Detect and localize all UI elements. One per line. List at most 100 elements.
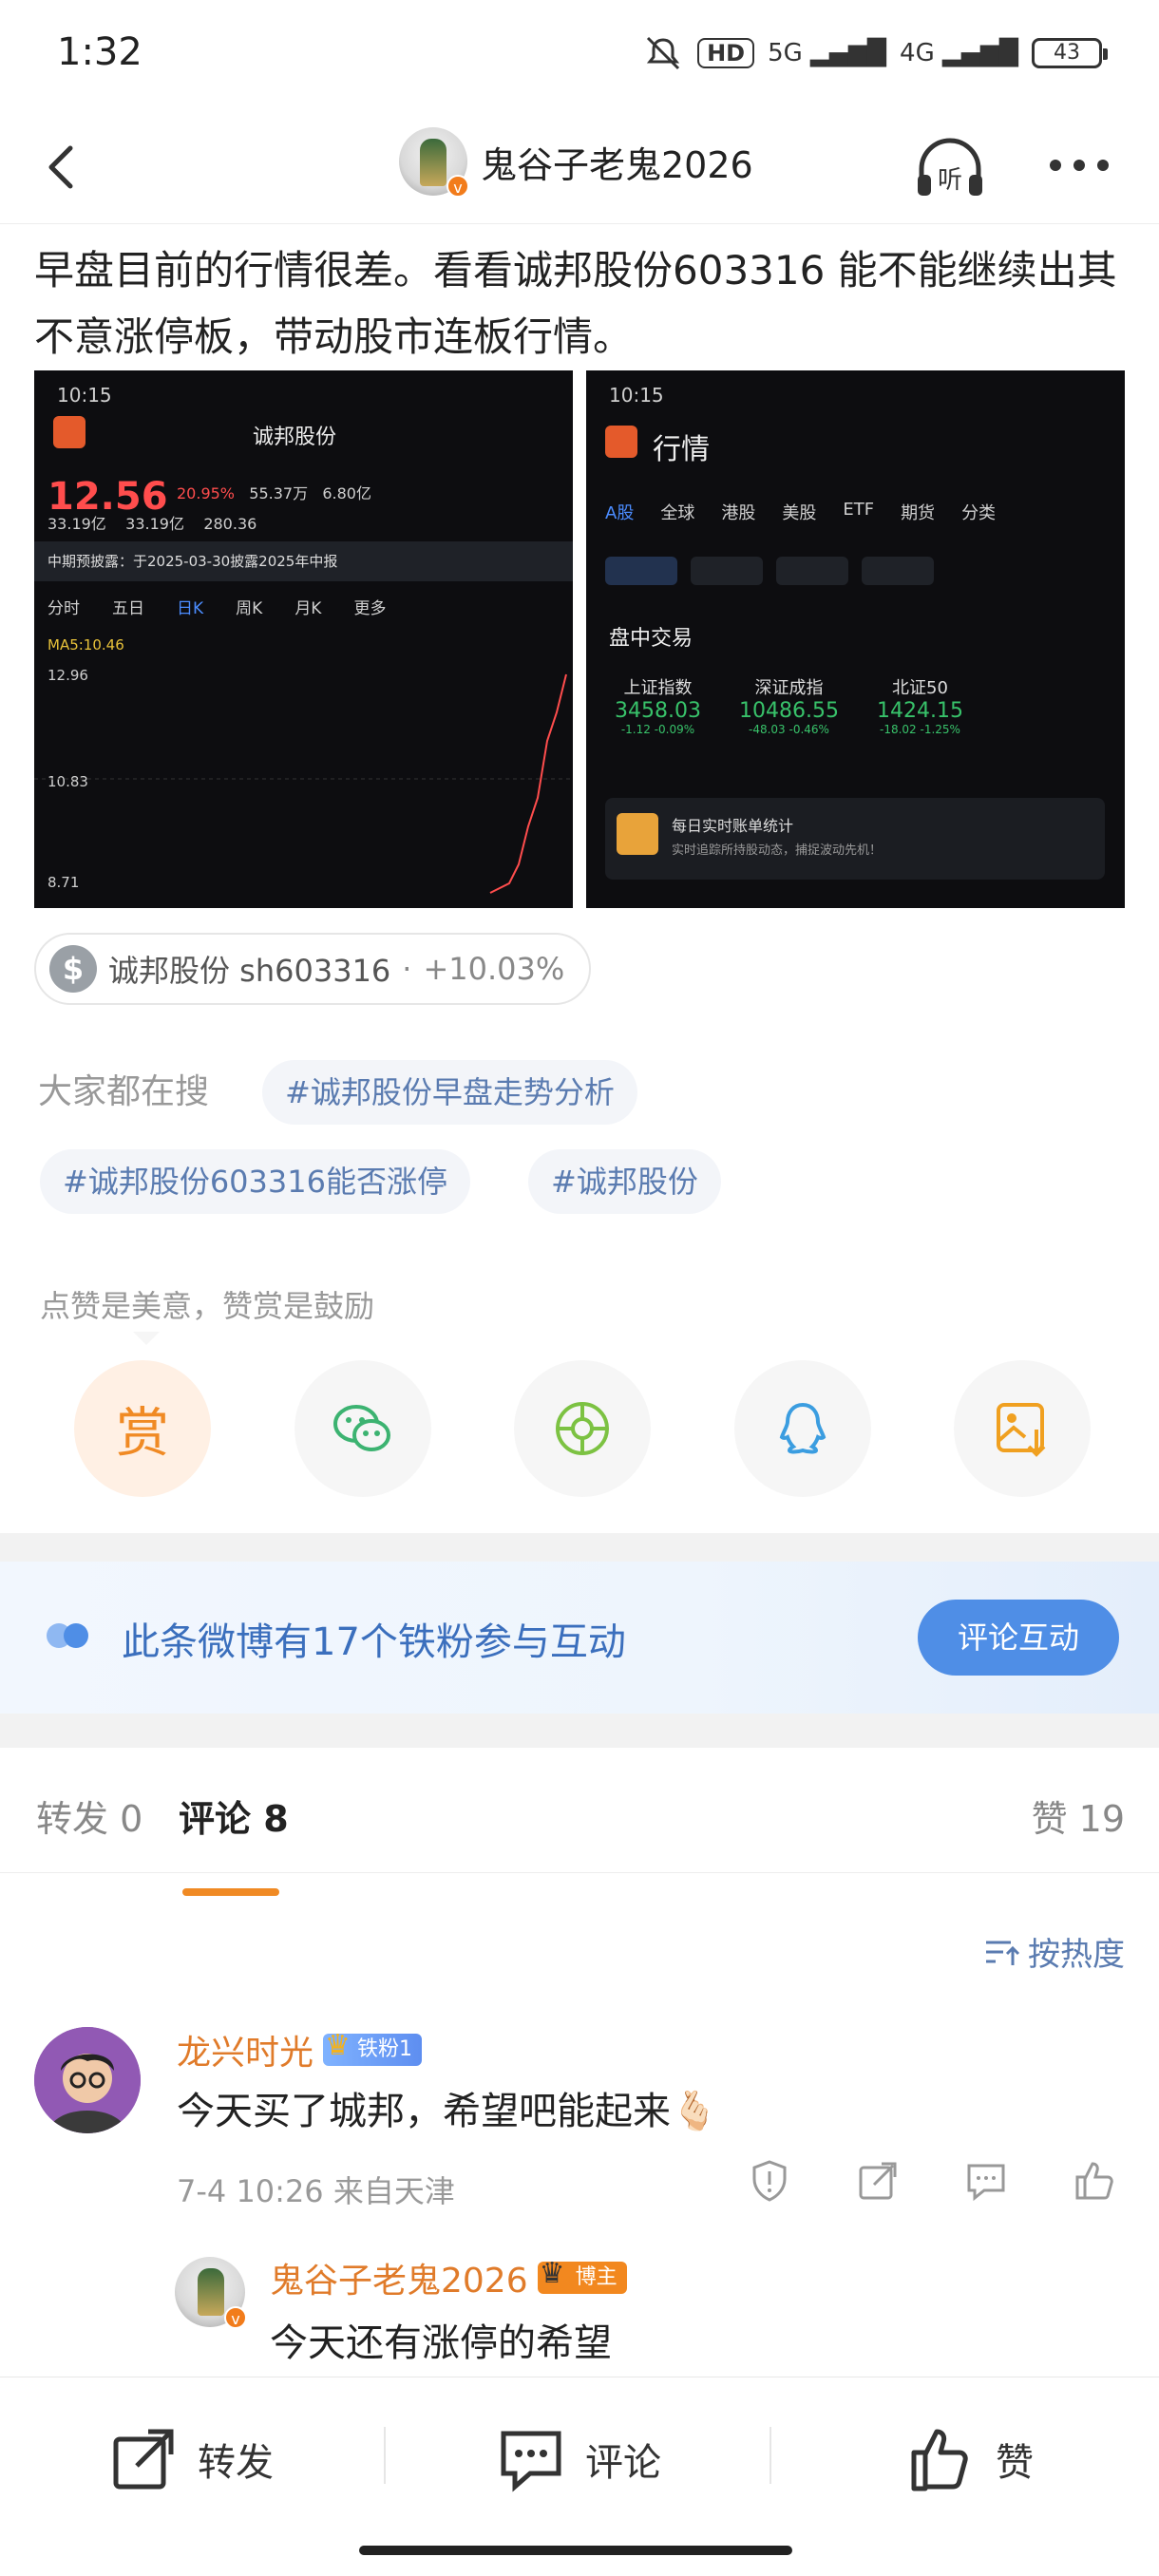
fans-icon [47, 1623, 88, 1648]
reply-icon[interactable] [963, 2158, 1009, 2204]
home-indicator [359, 2546, 792, 2555]
img2-tabs: A股 全球 港股 美股 ETF 期货 分类 [605, 500, 997, 523]
author-avatar[interactable]: v [399, 127, 469, 198]
signal-4g: 4G ▂▄▆█ [900, 39, 1018, 67]
reply-author-name[interactable]: 鬼谷子老鬼2026 [270, 2253, 528, 2302]
post-text: 早盘目前的行情很差。看看诚邦股份603316 能不能继续出其不意涨停板，带动股市… [34, 247, 1117, 360]
save-image-button[interactable] [954, 1360, 1091, 1497]
wechat-icon [332, 1405, 390, 1451]
post-image-market[interactable]: 10:15 行情 A股 全球 港股 美股 ETF 期货 分类 盘中交易 上证指数 3458.… [586, 370, 1125, 908]
fans-text: 此条微博有17个铁粉参与互动 [122, 1620, 626, 1664]
section-divider [0, 1533, 1159, 1562]
feedback-tabs: 转发 0 评论 8 赞 19 [0, 1748, 1159, 1873]
reply-name-row: 鬼谷子老鬼2026 ♛ 博主 [270, 2253, 627, 2302]
hot-search-tag[interactable]: #诚邦股份 [528, 1149, 721, 1214]
repost-label: 转发 [198, 2441, 274, 2485]
stock-dot: · [402, 951, 412, 987]
img-title: 诚邦股份 [253, 426, 337, 449]
share-qq-button[interactable] [733, 1360, 871, 1497]
author-name[interactable]: 鬼谷子老鬼2026 [481, 136, 753, 188]
repost-icon [113, 2429, 174, 2490]
img-price-chart [34, 673, 572, 894]
reply-text: 今天还有涨停的希望 [270, 2321, 612, 2365]
img-time: 10:15 [57, 384, 112, 407]
tab-like[interactable]: 赞 19 [1032, 1790, 1125, 1842]
qq-icon [779, 1402, 826, 1454]
reply-author-avatar[interactable]: v [175, 2257, 247, 2329]
commenter-name[interactable]: 龙兴时光 [177, 2025, 314, 2074]
svg-text:听: 听 [938, 166, 962, 195]
mute-icon [646, 36, 680, 70]
tab-active-indicator [182, 1888, 279, 1896]
top-nav: v 鬼谷子老鬼2026 听 [0, 112, 1159, 224]
like-label: 赞 [996, 2441, 1034, 2485]
hint-arrow [133, 1332, 160, 1345]
img2-title: 行情 [653, 433, 710, 466]
img-ma: MA5:10.46 [48, 636, 124, 653]
listen-button[interactable]: 听 [912, 133, 988, 201]
img-turnover: 20.95% [177, 484, 236, 502]
hot-search-tag[interactable]: #诚邦股份603316能否涨停 [40, 1149, 470, 1214]
fan-badge: ♛ 铁粉1 [323, 2030, 423, 2066]
stock-name: 诚邦股份 sh603316 [108, 953, 391, 989]
repost-icon[interactable] [855, 2158, 901, 2204]
comment-button[interactable]: 评论 [498, 2421, 661, 2497]
hot-search-tag[interactable]: #诚邦股份早盘走势分析 [262, 1060, 637, 1125]
share-row: 赏 [74, 1360, 1091, 1497]
comment-text: 今天买了城邦，希望吧能起来🫰🏻 [177, 2090, 718, 2133]
back-button[interactable] [34, 139, 91, 196]
avatar-illustration [34, 2027, 141, 2133]
reward-button[interactable]: 赏 [74, 1360, 211, 1497]
repost-button[interactable]: 转发 [110, 2421, 274, 2497]
img2-time: 10:15 [609, 384, 664, 407]
sort-by-hot-button[interactable]: 按热度 [982, 1928, 1125, 1975]
crown-icon: ♛ [325, 2029, 351, 2062]
comment-interact-button[interactable]: 评论互动 [918, 1600, 1119, 1676]
post-image-stock-detail[interactable]: 10:15 诚邦股份 12.56 20.95% 55.37万 6.80亿 33.… [34, 370, 573, 908]
status-bar: 1:32 HD 5G ▂▄▆█ 4G ▂▄▆█ 43 [0, 0, 1159, 112]
moments-icon [556, 1402, 609, 1455]
fans-interaction-banner: 此条微博有17个铁粉参与互动 评论互动 [0, 1562, 1159, 1714]
share-moments-button[interactable] [514, 1360, 651, 1497]
signal-5g: 5G ▂▄▆█ [768, 39, 887, 67]
like-button[interactable]: 赞 [908, 2421, 1034, 2497]
commenter-name-row: 龙兴时光 ♛ 铁粉1 [177, 2025, 423, 2074]
comment-icon [501, 2431, 561, 2492]
battery-icon: 43 [1032, 38, 1108, 68]
tab-repost[interactable]: 转发 0 [36, 1790, 142, 1842]
headphones-icon: 听 [918, 138, 982, 196]
img2-card-sub: 实时追踪所持股动态，捕捉波动先机！ [672, 843, 883, 858]
more-options-button[interactable] [1041, 141, 1117, 198]
img2-section: 盘中交易 [609, 627, 694, 651]
tab-comment[interactable]: 评论 8 [179, 1790, 289, 1842]
img2-indices: 上证指数 3458.03 -1.12 -0.09% 深证成指 10486.55 … [615, 678, 963, 736]
thumbs-up-icon [911, 2429, 968, 2491]
image-download-icon [997, 1403, 1046, 1457]
stock-tag[interactable]: $ 诚邦股份 sh603316 · +10.03% [34, 933, 592, 1005]
img-pe: 280.36 [203, 515, 257, 533]
verified-badge: v [224, 2306, 247, 2329]
section-divider [0, 1714, 1159, 1748]
hd-badge: HD [697, 38, 755, 68]
img-tabs: 分时 五日 日K 周K 月K 更多 [48, 599, 387, 618]
status-icons: HD 5G ▂▄▆█ 4G ▂▄▆█ 43 [642, 34, 1108, 72]
report-icon[interactable] [747, 2158, 792, 2204]
like-icon[interactable] [1072, 2158, 1117, 2204]
img-volume: 55.37万 [249, 484, 309, 502]
hot-search-label: 大家都在搜 [38, 1072, 210, 1111]
status-time: 1:32 [57, 30, 142, 74]
img-notice: 中期预披露：于2025-03-30披露2025年中报 [48, 553, 338, 570]
img-amount: 6.80亿 [322, 484, 371, 502]
author-badge: ♛ 博主 [537, 2258, 627, 2294]
dollar-icon: $ [49, 945, 97, 993]
reward-hint: 点赞是美意，赞赏是鼓励 [40, 1288, 375, 1324]
more-icon [1050, 160, 1109, 171]
crown-icon: ♛ [539, 2257, 565, 2290]
author-header[interactable]: v 鬼谷子老鬼2026 [399, 127, 753, 198]
share-wechat-button[interactable] [294, 1360, 431, 1497]
comment-actions [747, 2158, 1117, 2204]
verified-badge: v [446, 175, 469, 198]
chevron-left-icon [48, 145, 73, 189]
stock-change: +10.03% [423, 951, 565, 987]
commenter-avatar[interactable] [34, 2027, 141, 2133]
